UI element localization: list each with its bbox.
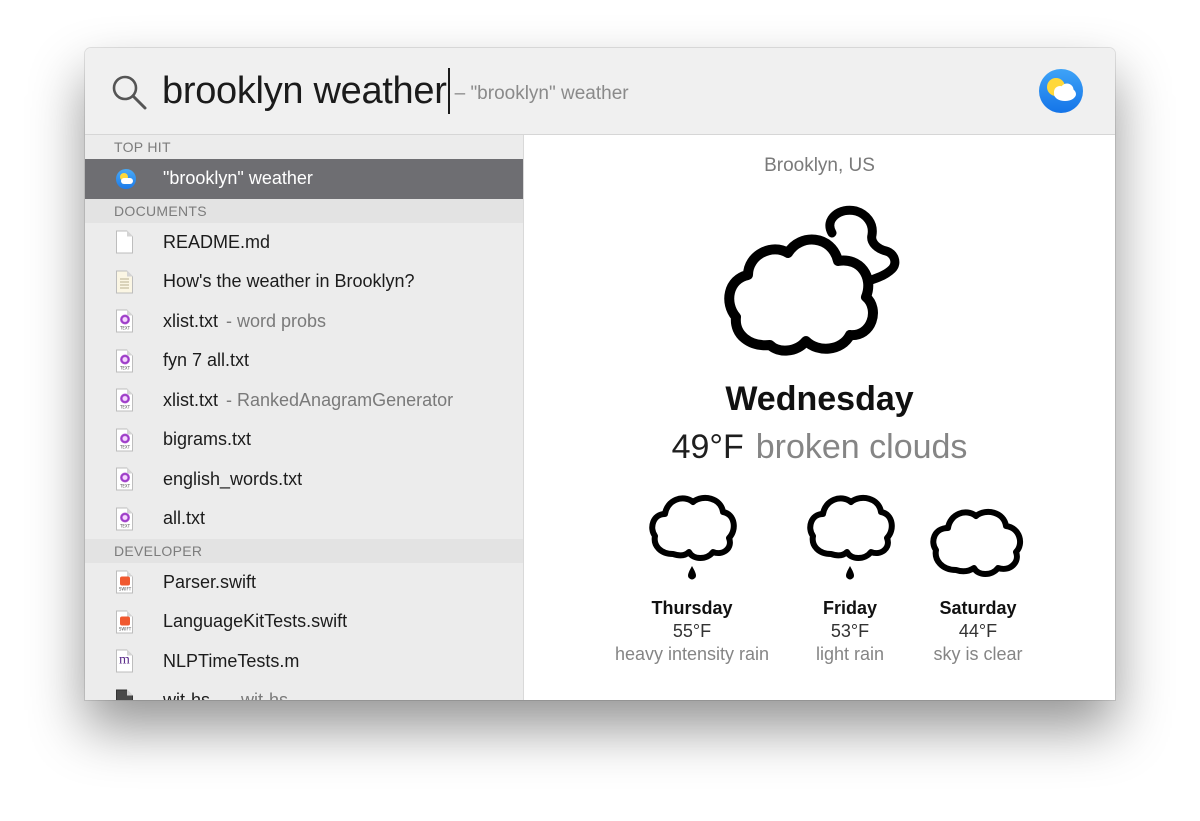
- result-label: "brooklyn" weather: [163, 168, 313, 189]
- result-row-document[interactable]: TEXT english_words.txt: [85, 460, 523, 500]
- search-completion-hint: – "brooklyn" weather: [454, 83, 629, 104]
- text-file-icon: TEXT: [116, 428, 133, 452]
- result-row-document[interactable]: TEXT fyn 7 all.txt: [85, 341, 523, 381]
- forecast-day-name: Thursday: [651, 598, 733, 618]
- result-label: How's the weather in Brooklyn?: [163, 271, 415, 292]
- result-label: xlist.txt - RankedAnagramGenerator: [163, 389, 454, 410]
- section-header-top-hit: TOP HIT: [85, 135, 523, 159]
- current-temperature: 49°F: [671, 428, 744, 466]
- result-label: Parser.swift: [163, 571, 257, 592]
- forecast-condition: sky is clear: [933, 644, 1023, 664]
- forecast-condition: heavy intensity rain: [614, 644, 770, 664]
- text-file-icon: TEXT: [116, 467, 133, 491]
- result-label: bigrams.txt: [163, 429, 252, 450]
- result-label: all.txt: [163, 508, 206, 529]
- forecast-day-1: Thursday 55°F heavy intensity rain: [612, 490, 772, 680]
- swift-file-icon: SWIFT: [116, 610, 133, 634]
- current-day: Wednesday: [725, 380, 914, 418]
- search-bar: brooklyn weather – "brooklyn" weather: [85, 48, 1115, 135]
- result-row-document[interactable]: TEXT all.txt: [85, 499, 523, 539]
- weather-app-icon: [116, 168, 136, 189]
- search-icon: [112, 75, 147, 110]
- section-header-documents: DOCUMENTS: [85, 198, 523, 223]
- swift-file-icon: SWIFT: [116, 570, 133, 594]
- result-row-developer[interactable]: wit-hs— wit-hs: [85, 681, 523, 700]
- note-document-icon: [116, 270, 133, 294]
- results-list[interactable]: TOP HIT "brooklyn" weather DOCUMENTS REA…: [85, 135, 524, 700]
- result-sublabel: - word probs: [226, 310, 327, 331]
- result-label: README.md: [163, 231, 271, 252]
- text-file-icon: TEXT: [116, 309, 133, 333]
- forecast-temperature: 44°F: [958, 621, 998, 641]
- result-row-developer[interactable]: SWIFT Parser.swift: [85, 563, 523, 603]
- weather-app-icon: [1039, 69, 1083, 113]
- result-row-document[interactable]: How's the weather in Brooklyn?: [85, 262, 523, 302]
- cloud-rain-icon: [807, 494, 895, 580]
- result-sublabel: - RankedAnagramGenerator: [226, 389, 454, 410]
- cloud-rain-icon: [649, 494, 737, 580]
- result-label: wit-hs— wit-hs: [163, 690, 288, 700]
- executable-file-icon: [116, 689, 133, 700]
- preview-pane: Brooklyn, US Wednesday 49°F broken clouds…: [524, 135, 1115, 700]
- text-file-icon: TEXT: [116, 349, 133, 373]
- text-file-icon: TEXT: [116, 507, 133, 531]
- result-label: LanguageKitTests.swift: [163, 611, 348, 632]
- result-label: english_words.txt: [163, 468, 303, 489]
- spotlight-window: brooklyn weather – "brooklyn" weather TO…: [85, 48, 1115, 700]
- section-header-developer: DEVELOPER: [85, 538, 523, 563]
- cloud-moon-icon: [724, 205, 900, 356]
- result-row-developer[interactable]: m NLPTimeTests.m: [85, 642, 523, 682]
- objc-file-icon: m: [116, 649, 133, 673]
- result-row-document[interactable]: TEXT xlist.txt - RankedAnagramGenerator: [85, 381, 523, 421]
- search-input[interactable]: brooklyn weather – "brooklyn" weather: [162, 65, 629, 117]
- result-label: NLPTimeTests.m: [163, 650, 300, 671]
- weather-location: Brooklyn, US: [764, 155, 875, 176]
- result-row-document[interactable]: TEXT bigrams.txt: [85, 420, 523, 460]
- current-conditions: 49°F broken clouds: [524, 428, 1115, 467]
- blank-document-icon: [116, 230, 133, 254]
- result-sublabel: — wit-hs: [218, 690, 288, 700]
- search-query-text: brooklyn weather: [162, 69, 447, 112]
- result-label: xlist.txt - word probs: [163, 310, 327, 331]
- result-row-top-hit[interactable]: "brooklyn" weather: [85, 159, 523, 199]
- text-caret: [447, 68, 450, 114]
- result-label: fyn 7 all.txt: [163, 350, 250, 371]
- text-file-icon: TEXT: [116, 388, 133, 412]
- forecast-temperature: 55°F: [672, 621, 712, 641]
- forecast-day-3: Saturday 44°F sky is clear: [898, 490, 1058, 680]
- current-condition: broken clouds: [755, 428, 968, 466]
- result-row-developer[interactable]: SWIFT LanguageKitTests.swift: [85, 602, 523, 642]
- result-row-document[interactable]: README.md: [85, 223, 523, 263]
- cloud-icon: [930, 508, 1024, 577]
- forecast-day-name: Saturday: [939, 598, 1017, 618]
- result-row-document[interactable]: TEXT xlist.txt - word probs: [85, 302, 523, 342]
